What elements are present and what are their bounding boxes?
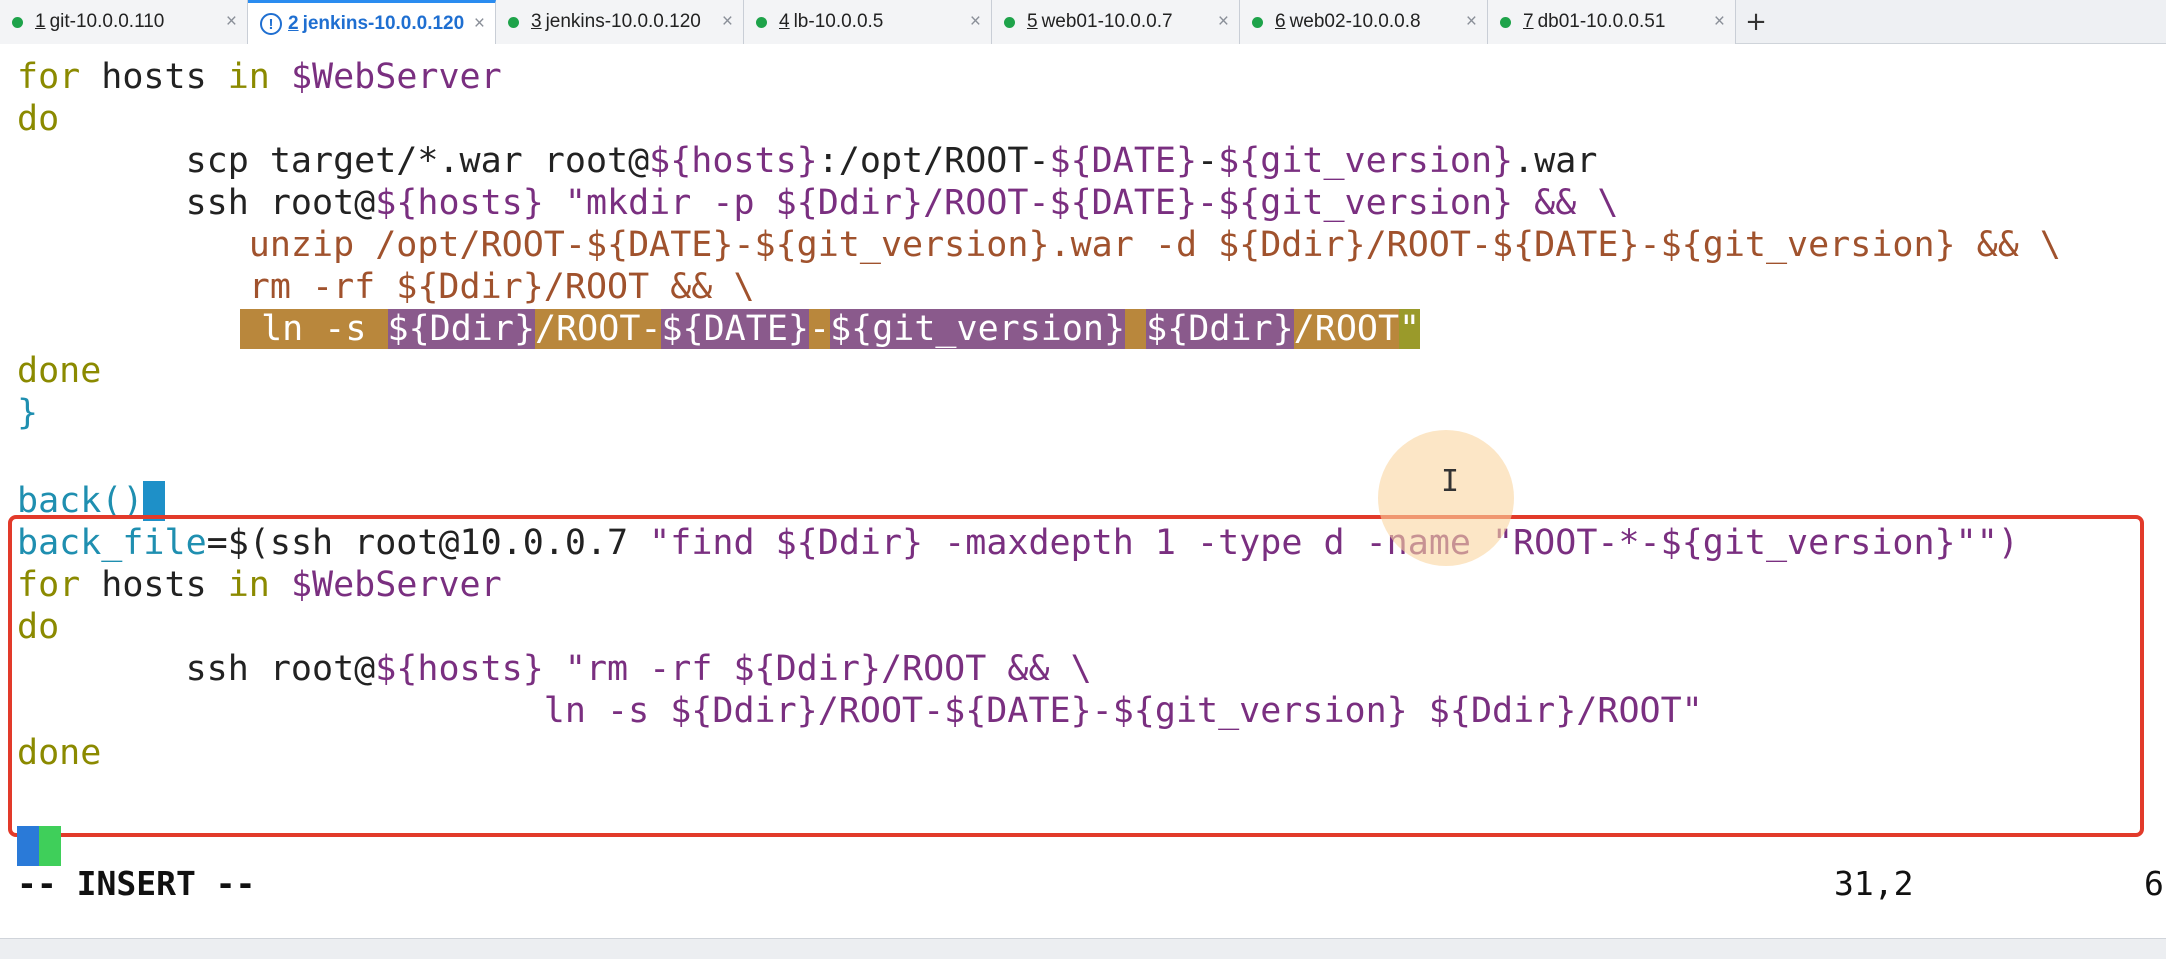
connected-status-icon — [1500, 16, 1511, 28]
block-cursor — [17, 826, 61, 866]
close-icon[interactable]: × — [1714, 11, 1725, 33]
vim-mode-indicator: -- INSERT -- — [17, 864, 256, 903]
tab-jenkins-10.0.0.120-active[interactable]: ! 2 jenkins-10.0.0.120 × — [248, 0, 496, 44]
cursor-position: 31,2 — [1834, 864, 1914, 903]
tab-label: 7 db01-10.0.0.51 — [1523, 11, 1666, 32]
tab-label: 4 lb-10.0.0.5 — [779, 11, 884, 32]
connected-status-icon — [1004, 16, 1015, 28]
close-icon[interactable]: × — [226, 11, 237, 33]
connected-status-icon — [12, 16, 23, 28]
close-icon[interactable]: × — [1466, 11, 1477, 33]
tab-lb-10.0.0.5[interactable]: 4 lb-10.0.0.5 × — [744, 0, 992, 44]
tab-git-10.0.0.110[interactable]: 1 git-10.0.0.110 × — [0, 0, 248, 44]
connected-status-icon — [1252, 16, 1263, 28]
tab-label: 3 jenkins-10.0.0.120 — [531, 11, 701, 32]
tab-web01-10.0.0.7[interactable]: 5 web01-10.0.0.7 × — [992, 0, 1240, 44]
code-line: for hosts in $WebServer — [17, 57, 502, 97]
tab-label: 2 jenkins-10.0.0.120 — [288, 12, 465, 34]
connected-status-icon — [508, 16, 519, 28]
code-line: do — [17, 99, 60, 139]
session-tab-bar: 1 git-10.0.0.110 × ! 2 jenkins-10.0.0.120 … — [0, 0, 2166, 44]
new-tab-button[interactable]: + — [1736, 0, 1776, 44]
file-percent: 6 — [2144, 864, 2164, 903]
close-icon[interactable]: × — [970, 11, 981, 33]
close-icon[interactable]: × — [1218, 11, 1229, 33]
connected-status-icon — [756, 16, 767, 28]
alert-icon: ! — [260, 12, 282, 35]
highlighted-code-line: ln -s ${Ddir}/ROOT-${DATE}-${git_version… — [240, 309, 1421, 349]
app-footer-bar — [0, 938, 2166, 959]
code-line: done — [17, 351, 102, 391]
annotation-highlight-box — [8, 515, 2144, 837]
ibeam-cursor-icon: I — [1441, 464, 1460, 499]
close-icon[interactable]: × — [474, 13, 485, 35]
code-line: scp target/*.war root@${hosts}:/opt/ROOT… — [17, 141, 1598, 181]
code-line: unzip /opt/ROOT-${DATE}-${git_version}.w… — [17, 225, 2061, 265]
close-icon[interactable]: × — [722, 11, 733, 33]
vim-editor[interactable]: for hosts in $WebServer do scp target/*.… — [0, 44, 2166, 924]
tab-jenkins-10.0.0.120[interactable]: 3 jenkins-10.0.0.120 × — [496, 0, 744, 44]
tab-web02-10.0.0.8[interactable]: 6 web02-10.0.0.8 × — [1240, 0, 1488, 44]
tab-db01-10.0.0.51[interactable]: 7 db01-10.0.0.51 × — [1488, 0, 1736, 44]
tab-label: 1 git-10.0.0.110 — [35, 11, 165, 32]
code-line: ssh root@${hosts} "mkdir -p ${Ddir}/ROOT… — [17, 183, 1619, 223]
tab-label: 5 web01-10.0.0.7 — [1027, 11, 1173, 32]
code-line: rm -rf ${Ddir}/ROOT && \ — [17, 267, 755, 307]
code-line: } — [17, 393, 39, 433]
tab-label: 6 web02-10.0.0.8 — [1275, 11, 1421, 32]
